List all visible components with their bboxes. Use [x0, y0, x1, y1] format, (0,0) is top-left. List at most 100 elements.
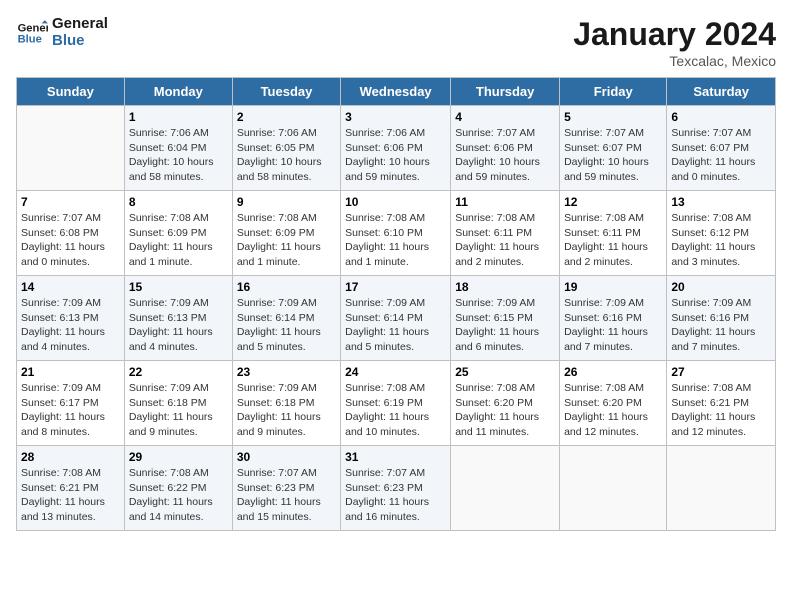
day-number: 4	[455, 110, 555, 124]
calendar-cell: 30Sunrise: 7:07 AM Sunset: 6:23 PM Dayli…	[232, 446, 340, 531]
day-info: Sunrise: 7:08 AM Sunset: 6:20 PM Dayligh…	[455, 381, 555, 440]
day-number: 3	[345, 110, 446, 124]
day-info: Sunrise: 7:07 AM Sunset: 6:23 PM Dayligh…	[237, 466, 336, 525]
calendar-cell	[560, 446, 667, 531]
calendar-cell: 23Sunrise: 7:09 AM Sunset: 6:18 PM Dayli…	[232, 361, 340, 446]
day-number: 19	[564, 280, 662, 294]
day-info: Sunrise: 7:09 AM Sunset: 6:13 PM Dayligh…	[129, 296, 228, 355]
day-number: 5	[564, 110, 662, 124]
day-info: Sunrise: 7:08 AM Sunset: 6:22 PM Dayligh…	[129, 466, 228, 525]
weekday-header-tuesday: Tuesday	[232, 78, 340, 106]
calendar-cell: 20 Sunrise: 7:09 AM Sunset: 6:16 PM Dayli…	[667, 276, 776, 361]
day-number: 16	[237, 280, 336, 294]
day-info: Sunrise: 7:07 AM Sunset: 6:08 PM Dayligh…	[21, 211, 120, 270]
day-info: Sunrise: 7:08 AM Sunset: 6:11 PM Dayligh…	[455, 211, 555, 270]
calendar-cell: 28Sunrise: 7:08 AM Sunset: 6:21 PM Dayli…	[17, 446, 125, 531]
day-number: 26	[564, 365, 662, 379]
logo: General Blue General Blue	[16, 16, 108, 49]
day-info: Sunrise: 7:06 AM Sunset: 6:04 PM Dayligh…	[129, 126, 228, 185]
calendar-cell: 11 Sunrise: 7:08 AM Sunset: 6:11 PM Dayli…	[451, 191, 560, 276]
calendar-cell: 16 Sunrise: 7:09 AM Sunset: 6:14 PM Dayli…	[232, 276, 340, 361]
weekday-header-row: SundayMondayTuesdayWednesdayThursdayFrid…	[17, 78, 776, 106]
weekday-header-saturday: Saturday	[667, 78, 776, 106]
svg-text:General: General	[18, 22, 48, 34]
day-info: Sunrise: 7:08 AM Sunset: 6:21 PM Dayligh…	[671, 381, 771, 440]
day-info: Sunrise: 7:08 AM Sunset: 6:09 PM Dayligh…	[129, 211, 228, 270]
calendar-cell	[451, 446, 560, 531]
day-info: Sunrise: 7:09 AM Sunset: 6:15 PM Dayligh…	[455, 296, 555, 355]
day-info: Sunrise: 7:09 AM Sunset: 6:16 PM Dayligh…	[671, 296, 771, 355]
day-info: Sunrise: 7:07 AM Sunset: 6:07 PM Dayligh…	[564, 126, 662, 185]
day-info: Sunrise: 7:07 AM Sunset: 6:07 PM Dayligh…	[671, 126, 771, 185]
calendar-cell: 27Sunrise: 7:08 AM Sunset: 6:21 PM Dayli…	[667, 361, 776, 446]
day-info: Sunrise: 7:09 AM Sunset: 6:13 PM Dayligh…	[21, 296, 120, 355]
calendar-cell: 25 Sunrise: 7:08 AM Sunset: 6:20 PM Dayli…	[451, 361, 560, 446]
day-number: 15	[129, 280, 228, 294]
day-number: 28	[21, 450, 120, 464]
day-number: 13	[671, 195, 771, 209]
calendar-cell: 6 Sunrise: 7:07 AM Sunset: 6:07 PM Daylig…	[667, 106, 776, 191]
day-info: Sunrise: 7:09 AM Sunset: 6:14 PM Dayligh…	[237, 296, 336, 355]
calendar-cell: 10 Sunrise: 7:08 AM Sunset: 6:10 PM Dayli…	[341, 191, 451, 276]
day-number: 17	[345, 280, 446, 294]
day-info: Sunrise: 7:08 AM Sunset: 6:11 PM Dayligh…	[564, 211, 662, 270]
day-number: 11	[455, 195, 555, 209]
day-number: 8	[129, 195, 228, 209]
calendar-cell: 22Sunrise: 7:09 AM Sunset: 6:18 PM Dayli…	[124, 361, 232, 446]
day-number: 29	[129, 450, 228, 464]
day-info: Sunrise: 7:08 AM Sunset: 6:09 PM Dayligh…	[237, 211, 336, 270]
day-number: 7	[21, 195, 120, 209]
day-number: 25	[455, 365, 555, 379]
day-number: 31	[345, 450, 446, 464]
calendar-week-row: 14 Sunrise: 7:09 AM Sunset: 6:13 PM Dayli…	[17, 276, 776, 361]
calendar-week-row: 7 Sunrise: 7:07 AM Sunset: 6:08 PM Daylig…	[17, 191, 776, 276]
day-number: 24	[345, 365, 446, 379]
calendar-week-row: 28Sunrise: 7:08 AM Sunset: 6:21 PM Dayli…	[17, 446, 776, 531]
calendar-cell: 21Sunrise: 7:09 AM Sunset: 6:17 PM Dayli…	[17, 361, 125, 446]
calendar-cell	[667, 446, 776, 531]
title-block: January 2024 Texcalac, Mexico	[573, 16, 776, 69]
calendar-table: SundayMondayTuesdayWednesdayThursdayFrid…	[16, 77, 776, 531]
calendar-cell: 8 Sunrise: 7:08 AM Sunset: 6:09 PM Daylig…	[124, 191, 232, 276]
calendar-cell: 3Sunrise: 7:06 AM Sunset: 6:06 PM Daylig…	[341, 106, 451, 191]
weekday-header-sunday: Sunday	[17, 78, 125, 106]
day-info: Sunrise: 7:08 AM Sunset: 6:20 PM Dayligh…	[564, 381, 662, 440]
day-info: Sunrise: 7:08 AM Sunset: 6:19 PM Dayligh…	[345, 381, 446, 440]
day-info: Sunrise: 7:08 AM Sunset: 6:10 PM Dayligh…	[345, 211, 446, 270]
calendar-cell: 18Sunrise: 7:09 AM Sunset: 6:15 PM Dayli…	[451, 276, 560, 361]
calendar-cell: 4Sunrise: 7:07 AM Sunset: 6:06 PM Daylig…	[451, 106, 560, 191]
logo-icon: General Blue	[16, 17, 48, 49]
day-number: 20	[671, 280, 771, 294]
calendar-cell: 26 Sunrise: 7:08 AM Sunset: 6:20 PM Dayli…	[560, 361, 667, 446]
calendar-title: January 2024	[573, 16, 776, 53]
calendar-cell: 1 Sunrise: 7:06 AM Sunset: 6:04 PM Daylig…	[124, 106, 232, 191]
day-number: 6	[671, 110, 771, 124]
day-number: 1	[129, 110, 228, 124]
page-header: General Blue General Blue January 2024 T…	[16, 16, 776, 69]
calendar-cell: 15 Sunrise: 7:09 AM Sunset: 6:13 PM Dayli…	[124, 276, 232, 361]
weekday-header-thursday: Thursday	[451, 78, 560, 106]
day-number: 14	[21, 280, 120, 294]
day-info: Sunrise: 7:09 AM Sunset: 6:18 PM Dayligh…	[237, 381, 336, 440]
calendar-cell: 5 Sunrise: 7:07 AM Sunset: 6:07 PM Daylig…	[560, 106, 667, 191]
calendar-cell	[17, 106, 125, 191]
day-info: Sunrise: 7:08 AM Sunset: 6:12 PM Dayligh…	[671, 211, 771, 270]
day-number: 10	[345, 195, 446, 209]
calendar-cell: 19Sunrise: 7:09 AM Sunset: 6:16 PM Dayli…	[560, 276, 667, 361]
weekday-header-wednesday: Wednesday	[341, 78, 451, 106]
day-info: Sunrise: 7:09 AM Sunset: 6:14 PM Dayligh…	[345, 296, 446, 355]
day-info: Sunrise: 7:07 AM Sunset: 6:23 PM Dayligh…	[345, 466, 446, 525]
calendar-week-row: 21Sunrise: 7:09 AM Sunset: 6:17 PM Dayli…	[17, 361, 776, 446]
weekday-header-friday: Friday	[560, 78, 667, 106]
weekday-header-monday: Monday	[124, 78, 232, 106]
calendar-cell: 2Sunrise: 7:06 AM Sunset: 6:05 PM Daylig…	[232, 106, 340, 191]
calendar-cell: 12Sunrise: 7:08 AM Sunset: 6:11 PM Dayli…	[560, 191, 667, 276]
calendar-cell: 14 Sunrise: 7:09 AM Sunset: 6:13 PM Dayli…	[17, 276, 125, 361]
svg-text:Blue: Blue	[18, 33, 42, 45]
calendar-cell: 9Sunrise: 7:08 AM Sunset: 6:09 PM Daylig…	[232, 191, 340, 276]
calendar-week-row: 1 Sunrise: 7:06 AM Sunset: 6:04 PM Daylig…	[17, 106, 776, 191]
day-number: 21	[21, 365, 120, 379]
calendar-cell: 31 Sunrise: 7:07 AM Sunset: 6:23 PM Dayli…	[341, 446, 451, 531]
calendar-subtitle: Texcalac, Mexico	[573, 53, 776, 69]
calendar-cell: 7 Sunrise: 7:07 AM Sunset: 6:08 PM Daylig…	[17, 191, 125, 276]
